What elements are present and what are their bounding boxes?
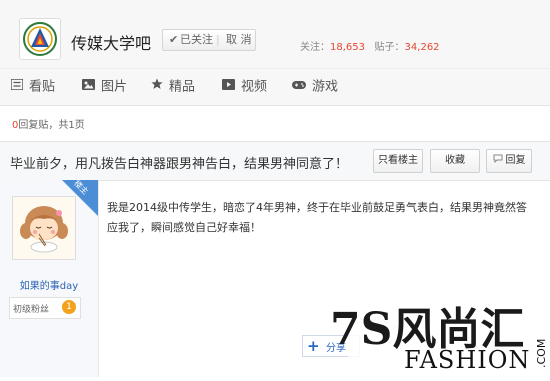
favorite-button[interactable]: 收藏	[430, 149, 480, 173]
forum-header: 传媒大学吧 ✔ 已关注 | 取 消 关注：18,653 贴子：34,262	[0, 0, 550, 69]
nav-label: 视频	[241, 79, 268, 95]
nav-label: 精品	[169, 79, 196, 95]
thread-title-bar: 毕业前夕，用凡拨告白神器跟男神告白，结果男神同意了！ 只看楼主 收藏 回复	[0, 141, 550, 181]
divider: |	[216, 33, 220, 46]
follow-toggle[interactable]: ✔ 已关注 | 取 消	[162, 29, 256, 51]
check-icon: ✔	[169, 33, 179, 46]
only-owner-button[interactable]: 只看楼主	[373, 149, 423, 173]
site-watermark: 7S风尚汇 FASHION .COM	[300, 292, 550, 377]
thread-title: 毕业前夕，用凡拨告白神器跟男神告白，结果男神同意了！	[10, 157, 349, 172]
posts-count: 34,262	[404, 42, 440, 53]
reply-button[interactable]: 回复	[486, 149, 532, 173]
nav-item-images[interactable]: 图片	[82, 69, 127, 105]
reply-summary: 0回复贴，共1页	[12, 116, 85, 131]
nav-label: 图片	[101, 79, 128, 95]
posts-label: 贴子：	[374, 42, 405, 53]
reply-button-label: 回复	[505, 155, 526, 166]
author-name[interactable]: 如果的事day	[0, 277, 98, 292]
image-icon	[82, 69, 95, 105]
followers-count: 18,653	[330, 42, 365, 53]
list-icon	[10, 69, 24, 105]
reply-summary-text: 回复贴，共1页	[18, 120, 85, 131]
fan-level-badge[interactable]: 初级粉丝 1	[9, 297, 81, 319]
forum-logo-emblem	[23, 22, 57, 56]
forum-stats: 关注：18,653 贴子：34,262	[300, 38, 440, 53]
nav-item-games[interactable]: 游戏	[292, 69, 338, 105]
followers-label: 关注：	[300, 42, 330, 53]
forum-nav: 看贴 图片 精品 视频 游戏	[0, 69, 550, 106]
video-icon	[222, 69, 235, 105]
post-content: 我是2014级中传学生，暗恋了4年男神，终于在毕业前鼓足勇气表白，结果男神竟然答…	[107, 201, 527, 234]
nav-item-featured[interactable]: 精品	[151, 69, 195, 105]
watermark-side: .COM	[535, 339, 548, 368]
gamepad-icon	[292, 69, 306, 105]
followed-label: 已关注	[180, 33, 213, 46]
speech-bubble-icon	[493, 150, 503, 172]
watermark-sub: FASHION	[404, 346, 530, 374]
unfollow-button[interactable]: 取 消	[226, 30, 252, 50]
nav-item-videos[interactable]: 视频	[222, 69, 267, 105]
avatar[interactable]	[12, 196, 76, 260]
fan-level-title: 初级粉丝	[13, 305, 50, 315]
nav-label: 看贴	[29, 79, 56, 95]
star-icon	[151, 69, 163, 105]
forum-name[interactable]: 传媒大学吧	[71, 30, 151, 54]
forum-logo[interactable]	[19, 18, 61, 60]
nav-item-posts[interactable]: 看贴	[10, 69, 56, 105]
avatar-illustration	[13, 197, 75, 259]
fan-level-number: 1	[62, 300, 76, 314]
nav-label: 游戏	[312, 79, 339, 95]
